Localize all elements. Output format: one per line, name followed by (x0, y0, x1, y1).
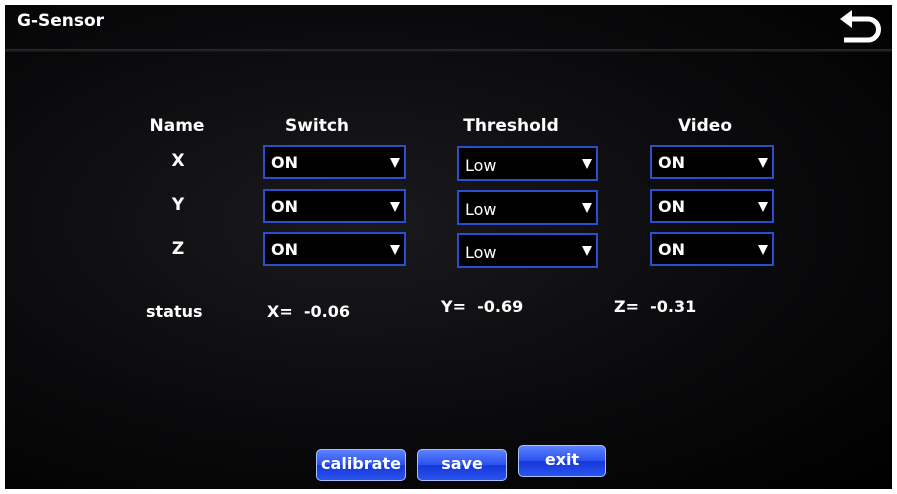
return-arrow-icon (840, 10, 881, 43)
switch-z-dropdown[interactable]: ON (263, 232, 406, 266)
dropdown-value: ON (658, 153, 685, 172)
row-label-y: Y (171, 195, 185, 215)
row-label-x: X (171, 151, 185, 171)
dropdown-arrow-icon (582, 159, 592, 169)
dropdown-arrow-icon (758, 245, 768, 255)
dropdown-value: ON (271, 240, 298, 259)
status-z-value: Z= -0.31 (614, 297, 697, 316)
screen: G-Sensor Name Switch Threshold Video X O… (5, 5, 892, 489)
switch-y-dropdown[interactable]: ON (263, 189, 406, 223)
dropdown-arrow-icon (582, 246, 592, 256)
threshold-x-dropdown[interactable]: Low (457, 146, 598, 181)
video-x-dropdown[interactable]: ON (650, 145, 774, 179)
exit-button[interactable]: exit (518, 445, 606, 477)
dropdown-arrow-icon (390, 158, 400, 168)
dropdown-value: ON (658, 197, 685, 216)
dropdown-arrow-icon (582, 203, 592, 213)
dropdown-arrow-icon (758, 202, 768, 212)
dropdown-value: ON (271, 197, 298, 216)
dropdown-value: Low (465, 243, 497, 262)
threshold-y-dropdown[interactable]: Low (457, 190, 598, 225)
page-title: G-Sensor (17, 11, 105, 31)
status-y-value: Y= -0.69 (441, 297, 524, 316)
dropdown-arrow-icon (390, 245, 400, 255)
video-y-dropdown[interactable]: ON (650, 189, 774, 223)
column-header-name: Name (149, 116, 205, 136)
column-header-video: Video (677, 116, 733, 136)
header-divider (5, 49, 892, 52)
dropdown-value: Low (465, 156, 497, 175)
switch-x-dropdown[interactable]: ON (263, 145, 406, 179)
column-header-threshold: Threshold (463, 116, 559, 136)
status-x-value: X= -0.06 (267, 302, 350, 321)
status-label: status (146, 302, 203, 321)
dropdown-arrow-icon (390, 202, 400, 212)
calibrate-button[interactable]: calibrate (316, 449, 406, 481)
dropdown-value: ON (271, 153, 298, 172)
row-label-z: Z (171, 239, 185, 259)
column-header-switch: Switch (284, 116, 350, 136)
save-button[interactable]: save (417, 449, 507, 481)
dropdown-value: ON (658, 240, 685, 259)
back-button[interactable] (836, 9, 886, 49)
dropdown-value: Low (465, 200, 497, 219)
video-z-dropdown[interactable]: ON (650, 232, 774, 266)
threshold-z-dropdown[interactable]: Low (457, 233, 598, 268)
dropdown-arrow-icon (758, 158, 768, 168)
